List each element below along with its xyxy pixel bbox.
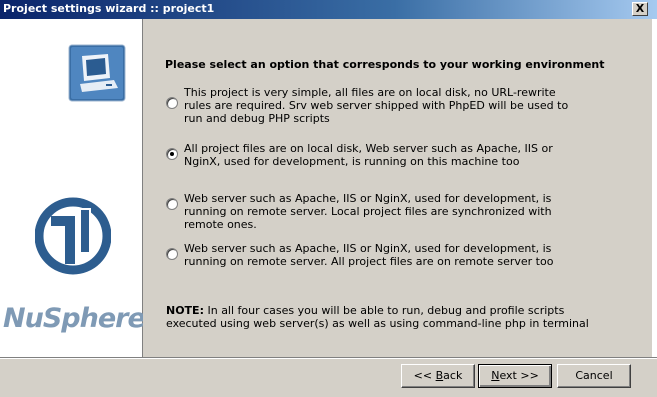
page-heading: Please select an option that corresponds… <box>165 58 605 71</box>
radio-remote-synced[interactable] <box>166 198 178 210</box>
footer-separator <box>0 357 657 359</box>
title-bar: Project settings wizard :: project1 X <box>0 0 657 19</box>
radio-local-webserver[interactable] <box>166 148 178 160</box>
option-label: Web server such as Apache, IIS or NginX,… <box>184 242 554 268</box>
window-title: Project settings wizard :: project1 <box>3 2 215 15</box>
next-rest: ext >> <box>499 369 539 382</box>
option-label: This project is very simple, all files a… <box>184 86 569 125</box>
note-text: NOTE: In all four cases you will be able… <box>166 304 606 330</box>
next-button[interactable]: Next >> <box>478 364 552 388</box>
radio-local-simple[interactable] <box>166 97 178 109</box>
computer-icon <box>68 44 126 102</box>
radio-remote-only[interactable] <box>166 248 178 260</box>
back-rest: ack <box>443 369 463 382</box>
close-icon: X <box>635 2 645 15</box>
cancel-button[interactable]: Cancel <box>557 364 631 388</box>
window-right-edge <box>652 19 657 358</box>
option-label: All project files are on local disk, Web… <box>184 142 553 168</box>
back-prefix: << <box>413 369 436 382</box>
back-button[interactable]: << Back <box>401 364 475 388</box>
option-label: Web server such as Apache, IIS or NginX,… <box>184 192 552 231</box>
note-body: In all four cases you will be able to ru… <box>166 304 589 330</box>
nusphere-logo-icon <box>35 197 111 275</box>
close-button[interactable]: X <box>632 2 648 16</box>
brand-logo-text: NuSphere <box>3 303 146 334</box>
note-label: NOTE: <box>166 304 204 317</box>
